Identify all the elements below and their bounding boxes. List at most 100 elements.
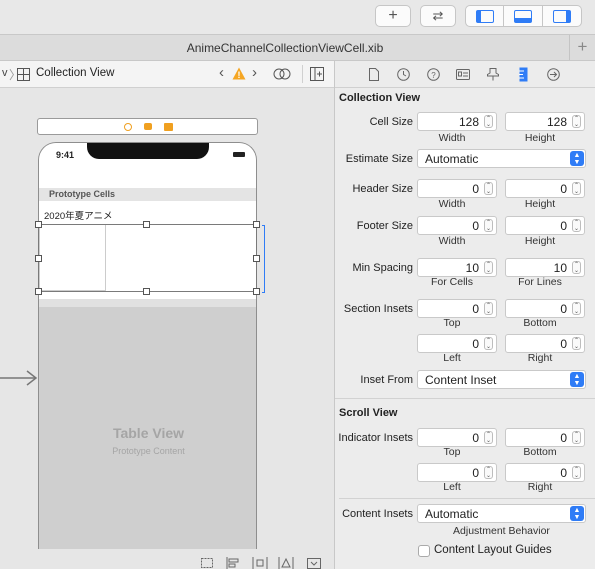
resize-handle-l[interactable] — [35, 255, 42, 262]
indicator-inset-left-stepper[interactable]: ⌃ ⌄ — [484, 466, 493, 479]
view-controller-icon[interactable] — [164, 123, 173, 131]
inspector-tabs: ? — [335, 61, 595, 88]
iphone-device-frame: 9:41 Prototype Cells 2020年夏アニメ Table Vie… — [38, 142, 257, 549]
first-responder-icon[interactable] — [124, 123, 132, 131]
history-inspector-tab[interactable] — [396, 67, 410, 81]
section-inset-right-stepper[interactable]: ⌃ ⌄ — [572, 337, 581, 350]
add-editor-icon[interactable] — [310, 67, 324, 81]
header-width-stepper[interactable]: ⌃ ⌄ — [484, 182, 493, 195]
size-inspector-tab[interactable] — [516, 67, 530, 81]
footer-size-label: Footer Size — [356, 220, 413, 232]
indicator-inset-bottom-stepper[interactable]: ⌃ ⌄ — [572, 431, 581, 444]
add-library-button[interactable]: + — [375, 5, 411, 27]
tab-xib-file[interactable]: AnimeChannelCollectionViewCell.xib — [0, 41, 570, 55]
toggle-debug-area-button[interactable] — [504, 5, 543, 27]
previous-issue-button[interactable]: ‹ — [219, 64, 224, 81]
section-inset-left-field[interactable]: 0 ⌃ ⌄ — [417, 334, 497, 353]
swap-arrows-icon: ⇄ — [432, 8, 444, 23]
estimate-size-label: Estimate Size — [345, 153, 413, 165]
related-items-icon[interactable] — [273, 67, 291, 81]
collection-cell[interactable]: 2020年夏アニメ — [39, 202, 256, 298]
footer-width-stepper[interactable]: ⌃ ⌄ — [484, 219, 493, 232]
cell-height-caption: Height — [524, 132, 556, 144]
add-constraints-icon[interactable] — [252, 557, 268, 569]
resize-handle-br[interactable] — [253, 288, 260, 295]
header-width-caption: Width — [438, 198, 466, 210]
toggle-navigator-button[interactable] — [465, 5, 504, 27]
popup-arrows-icon: ▲ ▼ — [570, 372, 584, 387]
indicator-inset-top-stepper[interactable]: ⌃ ⌄ — [484, 431, 493, 444]
device-notch — [87, 143, 209, 159]
resize-handle-t[interactable] — [143, 221, 150, 228]
cell-height-stepper[interactable]: ⌃ ⌄ — [572, 115, 581, 128]
collection-view-placeholder[interactable] — [39, 224, 106, 291]
resize-handle-b[interactable] — [143, 288, 150, 295]
inset-from-popup[interactable]: Content Inset ▲ ▼ — [417, 370, 586, 389]
cell-height-field[interactable]: 128 ⌃ ⌄ — [505, 112, 585, 131]
section-inset-top-field[interactable]: 0 ⌃ ⌄ — [417, 299, 497, 318]
entry-point-arrow-icon — [0, 370, 38, 386]
section-inset-bottom-field[interactable]: 0 ⌃ ⌄ — [505, 299, 585, 318]
resolve-layout-icon[interactable] — [278, 557, 294, 569]
section-inset-top-stepper[interactable]: ⌃ ⌄ — [484, 302, 493, 315]
spacing-lines-field[interactable]: 10 ⌃ ⌄ — [505, 258, 585, 277]
estimate-size-popup[interactable]: Automatic ▲ ▼ — [417, 149, 586, 168]
layout-guides-checkbox[interactable] — [418, 545, 430, 557]
scroll-view-section-title: Scroll View — [339, 407, 398, 419]
breadcrumb-collection-view[interactable]: Collection View — [36, 67, 114, 79]
inset-from-value: Content Inset — [425, 373, 497, 387]
attributes-inspector-tab[interactable] — [486, 67, 500, 81]
quick-help-tab[interactable]: ? — [426, 67, 440, 81]
connections-inspector-tab[interactable] — [546, 67, 560, 81]
layout-guides-label: Content Layout Guides — [434, 544, 552, 556]
spacing-cells-field[interactable]: 10 ⌃ ⌄ — [417, 258, 497, 277]
indicator-inset-right-field[interactable]: 0 ⌃ ⌄ — [505, 463, 585, 482]
scene-dock[interactable] — [37, 118, 258, 135]
indicator-inset-top-field[interactable]: 0 ⌃ ⌄ — [417, 428, 497, 447]
spacing-lines-stepper[interactable]: ⌃ ⌄ — [572, 261, 581, 274]
indicator-inset-left-field[interactable]: 0 ⌃ ⌄ — [417, 463, 497, 482]
toggle-inspector-button[interactable] — [543, 5, 582, 27]
breadcrumb-prev[interactable]: v — [2, 67, 8, 79]
code-review-button[interactable]: ⇄ — [420, 5, 456, 27]
cell-title-label: 2020年夏アニメ — [44, 211, 113, 222]
cell-width-stepper[interactable]: ⌃ ⌄ — [484, 115, 493, 128]
resize-handle-bl[interactable] — [35, 288, 42, 295]
content-insets-caption: Adjustment Behavior — [453, 525, 550, 537]
update-frames-icon[interactable] — [200, 557, 214, 569]
section-inset-right-field[interactable]: 0 ⌃ ⌄ — [505, 334, 585, 353]
indicator-insets-label: Indicator Insets — [338, 432, 413, 444]
content-insets-popup[interactable]: Automatic ▲ ▼ — [417, 504, 586, 523]
embed-in-icon[interactable] — [306, 557, 322, 569]
header-size-label: Header Size — [352, 183, 413, 195]
header-width-field[interactable]: 0 ⌃ ⌄ — [417, 179, 497, 198]
header-height-field[interactable]: 0 ⌃ ⌄ — [505, 179, 585, 198]
main-toolbar: + ⇄ — [0, 0, 595, 34]
header-height-stepper[interactable]: ⌃ ⌄ — [572, 182, 581, 195]
new-tab-button[interactable]: + — [569, 35, 595, 60]
footer-height-field[interactable]: 0 ⌃ ⌄ — [505, 216, 585, 235]
prototype-cells-label: Prototype Cells — [49, 189, 116, 199]
spacing-cells-stepper[interactable]: ⌃ ⌄ — [484, 261, 493, 274]
exit-icon[interactable] — [144, 123, 152, 130]
align-icon[interactable] — [226, 557, 240, 569]
section-inset-left-stepper[interactable]: ⌃ ⌄ — [484, 337, 493, 350]
indicator-inset-bottom-field[interactable]: 0 ⌃ ⌄ — [505, 428, 585, 447]
resize-handle-tr[interactable] — [253, 221, 260, 228]
identity-inspector-tab[interactable] — [456, 67, 470, 81]
footer-width-field[interactable]: 0 ⌃ ⌄ — [417, 216, 497, 235]
warning-icon[interactable]: ! — [232, 67, 246, 80]
resize-handle-r[interactable] — [253, 255, 260, 262]
indicator-inset-right-stepper[interactable]: ⌃ ⌄ — [572, 466, 581, 479]
next-issue-button[interactable]: › — [252, 64, 257, 81]
id-card-icon — [456, 68, 470, 80]
plus-icon: + — [388, 7, 398, 24]
section-inset-bottom-stepper[interactable]: ⌃ ⌄ — [572, 302, 581, 315]
resize-handle-tl[interactable] — [35, 221, 42, 228]
indicator-inset-top-value: 0 — [472, 431, 479, 445]
footer-height-stepper[interactable]: ⌃ ⌄ — [572, 219, 581, 232]
file-inspector-tab[interactable] — [367, 67, 381, 81]
cell-width-field[interactable]: 128 ⌃ ⌄ — [417, 112, 497, 131]
jumpbar-divider — [302, 65, 303, 83]
svg-text:!: ! — [238, 70, 241, 80]
